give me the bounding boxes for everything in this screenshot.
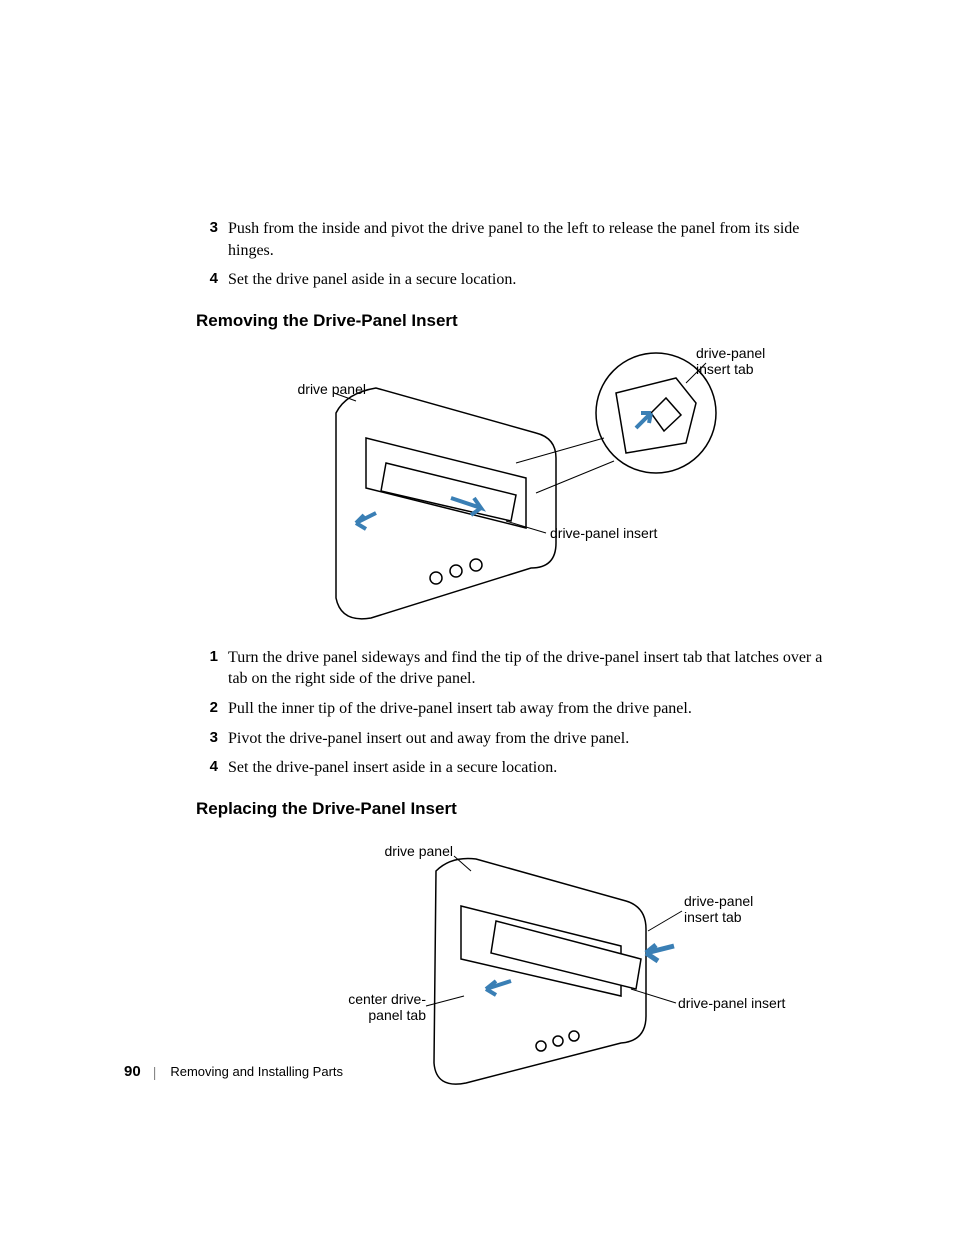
page: 3 Push from the inside and pivot the dri… [0, 0, 954, 1235]
label-insert-tab: drive-panel insert tab [696, 345, 786, 377]
step-item: 4 Set the drive-panel insert aside in a … [196, 757, 836, 779]
steps-mid: 1 Turn the drive panel sideways and find… [196, 647, 836, 779]
step-item: 3 Pivot the drive-panel insert out and a… [196, 728, 836, 750]
label-center-tab: center drive- panel tab [340, 991, 426, 1023]
step-number: 4 [196, 269, 218, 291]
page-footer: 90 | Removing and Installing Parts [124, 1063, 343, 1080]
step-item: 3 Push from the inside and pivot the dri… [196, 218, 836, 261]
step-number: 2 [196, 698, 218, 720]
label-insert: drive-panel insert [550, 525, 657, 541]
step-text: Push from the inside and pivot the drive… [228, 218, 836, 261]
figure-removing-insert: drive panel drive-panel insert tab drive… [256, 343, 836, 633]
figure-replacing-insert: drive panel drive-panel insert tab cente… [296, 831, 836, 1091]
footer-title: Removing and Installing Parts [170, 1064, 343, 1079]
content-area: 3 Push from the inside and pivot the dri… [196, 218, 836, 1105]
label-insert-tab: drive-panel insert tab [684, 893, 774, 925]
step-text: Set the drive panel aside in a secure lo… [228, 269, 836, 291]
step-number: 3 [196, 728, 218, 750]
label-drive-panel: drive panel [296, 381, 366, 397]
footer-separator: | [153, 1064, 157, 1080]
step-number: 3 [196, 218, 218, 261]
drive-panel-replace-icon [296, 831, 756, 1091]
label-line1: center drive- [348, 991, 426, 1007]
heading-removing-insert: Removing the Drive-Panel Insert [196, 311, 836, 331]
label-line2: panel tab [368, 1007, 426, 1023]
step-text: Pivot the drive-panel insert out and awa… [228, 728, 836, 750]
step-item: 2 Pull the inner tip of the drive-panel … [196, 698, 836, 720]
label-drive-panel: drive panel [378, 843, 453, 859]
label-insert: drive-panel insert [678, 995, 785, 1011]
step-text: Set the drive-panel insert aside in a se… [228, 757, 836, 779]
heading-replacing-insert: Replacing the Drive-Panel Insert [196, 799, 836, 819]
steps-top: 3 Push from the inside and pivot the dri… [196, 218, 836, 291]
step-number: 4 [196, 757, 218, 779]
step-number: 1 [196, 647, 218, 690]
step-item: 1 Turn the drive panel sideways and find… [196, 647, 836, 690]
step-text: Pull the inner tip of the drive-panel in… [228, 698, 836, 720]
step-item: 4 Set the drive panel aside in a secure … [196, 269, 836, 291]
page-number: 90 [124, 1063, 141, 1080]
step-text: Turn the drive panel sideways and find t… [228, 647, 836, 690]
